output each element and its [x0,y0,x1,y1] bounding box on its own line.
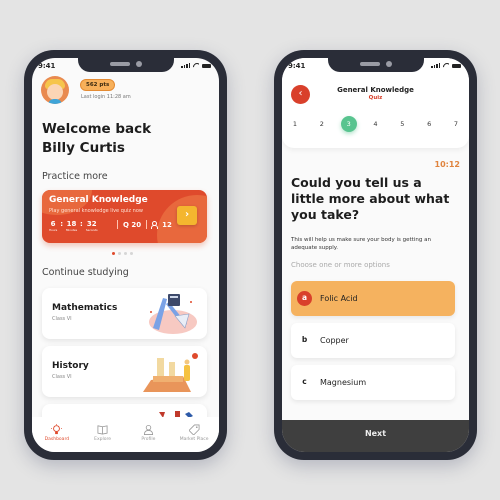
welcome-heading: Welcome back Billy Curtis [42,120,151,158]
quiz-card-title: General Knowledge [49,195,148,205]
signal-icon [431,63,440,68]
tag-icon [188,424,200,435]
lightbulb-icon [51,424,63,435]
ruins-explorer-illustration [143,353,198,392]
step-7[interactable]: 7 [448,116,464,132]
status-icons [181,63,211,68]
question-count: Q 20 [123,220,142,229]
step-3[interactable]: 3 [340,116,357,132]
tab-market-place[interactable]: Market Place [172,424,216,442]
quiz-screen: ‹ General Knowledge Quiz 1 2 3 4 5 6 7 9… [282,58,469,452]
tab-label: Market Place [179,437,209,442]
next-button[interactable]: Next [282,420,469,452]
start-quiz-button[interactable]: › [177,206,197,225]
people-icon [151,221,160,229]
timer-hours: 6 [50,220,56,228]
signal-icon [181,63,190,68]
wifi-icon [443,63,449,68]
continue-studying-label: Continue studying [42,267,129,278]
question-help-text: This will help us make sure your body is… [291,237,431,251]
dashboard-screen: 9:41 562 pts Last login 11:28 am Welcome… [32,58,219,452]
step-6[interactable]: 6 [421,116,437,132]
subject-class: Class VI [52,374,72,380]
phone-notch [327,58,424,72]
carousel-dot[interactable] [124,252,127,255]
subject-title: History [52,361,89,371]
options-hint: Choose one or more options [291,261,390,269]
math-tools-illustration [149,294,197,334]
subject-title: Mathematics [52,303,118,313]
tab-label: Dashboard [44,437,70,442]
step-2[interactable]: 2 [314,116,330,132]
option-text: Folic Acid [320,294,358,303]
timer-seconds: 32 [86,220,97,228]
quiz-subtitle: Quiz [368,95,383,101]
step-5[interactable]: 5 [394,116,410,132]
last-login: Last login 11:28 am [81,94,131,100]
tab-label: Explore [94,437,112,442]
chevron-right-icon: › [184,209,190,220]
option-letter: c [302,377,307,386]
subject-class: Class VI [52,316,72,322]
subject-card-mathematics[interactable]: Mathematics Class VI [42,288,207,339]
phone-dashboard: 9:41 562 pts Last login 11:28 am Welcome… [24,50,227,460]
book-open-icon [97,425,108,435]
tab-explore[interactable]: Explore [81,424,125,442]
question-stepper: 1 2 3 4 5 6 7 [287,116,464,132]
option-letter: a [297,291,312,306]
quiz-title: General Knowledge [337,86,414,94]
quiz-card-subtitle: Play general knowledge live quiz now [49,208,143,214]
subject-card-history[interactable]: History Class VI [42,346,207,397]
bottom-tab-bar: Dashboard Explore Profile Market Place [32,417,219,452]
step-4[interactable]: 4 [367,116,383,132]
question-text: Could you tell us a little more about wh… [291,175,450,222]
tab-label: Profile [141,437,156,442]
phone-notch [77,58,174,72]
countdown-timer: 6 Hours : 18 Minutes : 32 Seconds [49,220,98,232]
practice-more-label: Practice more [42,171,108,182]
timer-minutes: 18 [66,220,77,228]
status-time: 9:41 [288,62,306,70]
quiz-meta: Q 20 12 [112,220,172,229]
phone-quiz: ‹ General Knowledge Quiz 1 2 3 4 5 6 7 9… [274,50,477,460]
participant-count: 12 [162,220,172,229]
status-time: 9:41 [38,62,56,70]
option-letter: b [301,335,308,344]
battery-icon [452,63,461,68]
user-icon [143,424,153,435]
carousel-dot[interactable] [118,252,121,255]
carousel-dot[interactable] [112,252,115,255]
option-b[interactable]: b Copper [291,323,455,358]
option-c[interactable]: c Magnesium [291,365,455,400]
tab-dashboard[interactable]: Dashboard [35,424,79,442]
option-a[interactable]: a Folic Acid [291,281,455,316]
quiz-timer: 10:12 [434,160,460,169]
carousel-dot[interactable] [130,252,133,255]
carousel-dots [112,252,133,255]
option-text: Copper [320,336,349,345]
avatar[interactable] [41,76,69,104]
points-badge: 562 pts [80,79,116,91]
option-text: Magnesium [320,378,367,387]
welcome-line-1: Welcome back [42,121,152,137]
user-name: Billy Curtis [42,140,125,156]
battery-icon [202,63,211,68]
status-icons [431,63,461,68]
live-quiz-card[interactable]: General Knowledge Play general knowledge… [42,190,207,243]
tab-profile[interactable]: Profile [126,424,170,442]
step-1[interactable]: 1 [287,116,303,132]
wifi-icon [193,63,199,68]
